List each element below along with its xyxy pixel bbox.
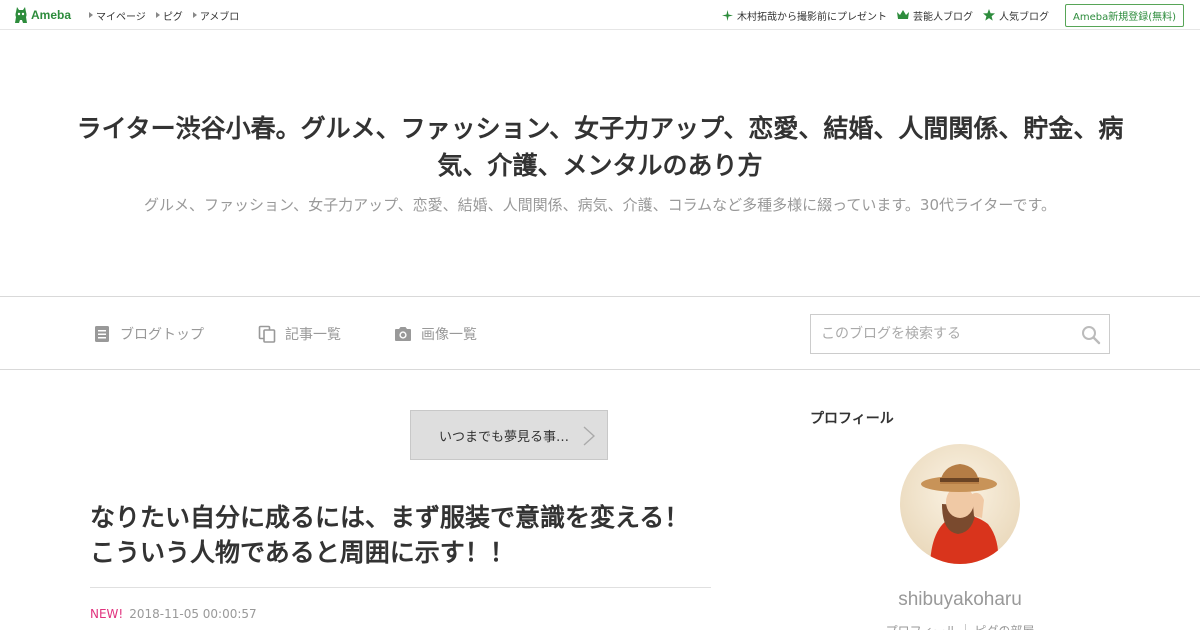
blog-description: グルメ、ファッション、女子力アップ、恋愛、結婚、人間関係、病気、介護、コラムなど… xyxy=(143,196,1057,214)
global-nav-right: 木村拓哉から撮影前にプレゼント 芸能人ブログ 人気ブログ Ameba新規登録(無… xyxy=(721,0,1184,30)
nav-entry-list[interactable]: 記事一覧 xyxy=(258,324,341,344)
blog-title[interactable]: ライター渋谷小春。グルメ、ファッション、女子力アップ、恋愛、結婚、人間関係、貯金… xyxy=(60,110,1140,184)
pigg-label: ピグ xyxy=(162,11,183,23)
avatar-image xyxy=(900,444,1020,564)
pigg-link[interactable]: ピグ xyxy=(155,8,183,23)
global-nav-left: マイページ ピグ アメブロ xyxy=(89,0,239,30)
nav-image-list[interactable]: 画像一覧 xyxy=(394,324,477,344)
celebrity-blog-link[interactable]: 芸能人ブログ xyxy=(896,8,973,23)
triangle-right-icon xyxy=(192,12,197,18)
popular-blog-label: 人気ブログ xyxy=(998,11,1049,23)
nav-entry-list-label: 記事一覧 xyxy=(285,327,341,343)
mypage-label: マイページ xyxy=(96,11,146,23)
blog-nav: ブログトップ 記事一覧 画像一覧 xyxy=(0,296,1200,370)
ameba-mascot-icon xyxy=(15,7,27,23)
sparkle-icon xyxy=(721,9,733,21)
ameblo-label: アメブロ xyxy=(199,11,240,23)
popular-blog-link[interactable]: 人気ブログ xyxy=(982,8,1049,23)
register-button[interactable]: Ameba新規登録(無料) xyxy=(1064,3,1184,27)
crown-icon xyxy=(896,10,909,19)
nav-blog-top-label: ブログトップ xyxy=(120,327,204,343)
triangle-right-icon xyxy=(155,12,160,18)
ameba-logo[interactable]: Ameba xyxy=(14,6,71,24)
profile-heading: プロフィール xyxy=(810,411,894,427)
profile-username[interactable]: shibuyakoharu xyxy=(810,589,1110,611)
ameblo-link[interactable]: アメブロ xyxy=(192,8,240,23)
search-input[interactable] xyxy=(811,315,1071,353)
divider xyxy=(90,587,711,588)
avatar[interactable] xyxy=(900,444,1020,564)
promo-link[interactable]: 木村拓哉から撮影前にプレゼント xyxy=(721,8,887,23)
nav-image-list-label: 画像一覧 xyxy=(421,327,477,343)
chevron-right-icon xyxy=(583,426,595,446)
copy-icon xyxy=(258,325,276,343)
pigg-room-link[interactable]: ピグの部屋 xyxy=(974,622,1034,630)
profile-links: プロフィール ピグの部屋 xyxy=(810,622,1110,630)
camera-icon xyxy=(395,327,411,341)
divider xyxy=(965,624,967,630)
mypage-link[interactable]: マイページ xyxy=(89,8,146,23)
new-badge: NEW! xyxy=(90,607,124,621)
blog-search xyxy=(810,314,1110,354)
document-icon xyxy=(95,326,109,342)
global-header: Ameba マイページ ピグ アメブロ 木村拓哉から撮影前にプレゼント 芸能人ブ… xyxy=(0,0,1200,30)
triangle-right-icon xyxy=(89,12,93,18)
star-icon xyxy=(982,9,995,21)
article-meta: NEW! 2018-11-05 00:00:57 xyxy=(90,607,257,621)
logo-text: Ameba xyxy=(31,8,72,22)
promo-label: 木村拓哉から撮影前にプレゼント xyxy=(736,11,887,23)
next-entry-button[interactable]: いつまでも夢見る事… xyxy=(410,410,608,460)
profile-link[interactable]: プロフィール xyxy=(886,622,958,630)
article-timestamp: 2018-11-05 00:00:57 xyxy=(129,607,257,621)
nav-blog-top[interactable]: ブログトップ xyxy=(93,324,204,344)
next-entry-label: いつまでも夢見る事… xyxy=(439,429,570,445)
search-icon[interactable] xyxy=(1081,325,1101,345)
celebrity-blog-label: 芸能人ブログ xyxy=(912,11,973,23)
article-title[interactable]: なりたい自分に成るには、まず服装で意識を変える！こういう人物であると周囲に示す！… xyxy=(90,500,710,570)
